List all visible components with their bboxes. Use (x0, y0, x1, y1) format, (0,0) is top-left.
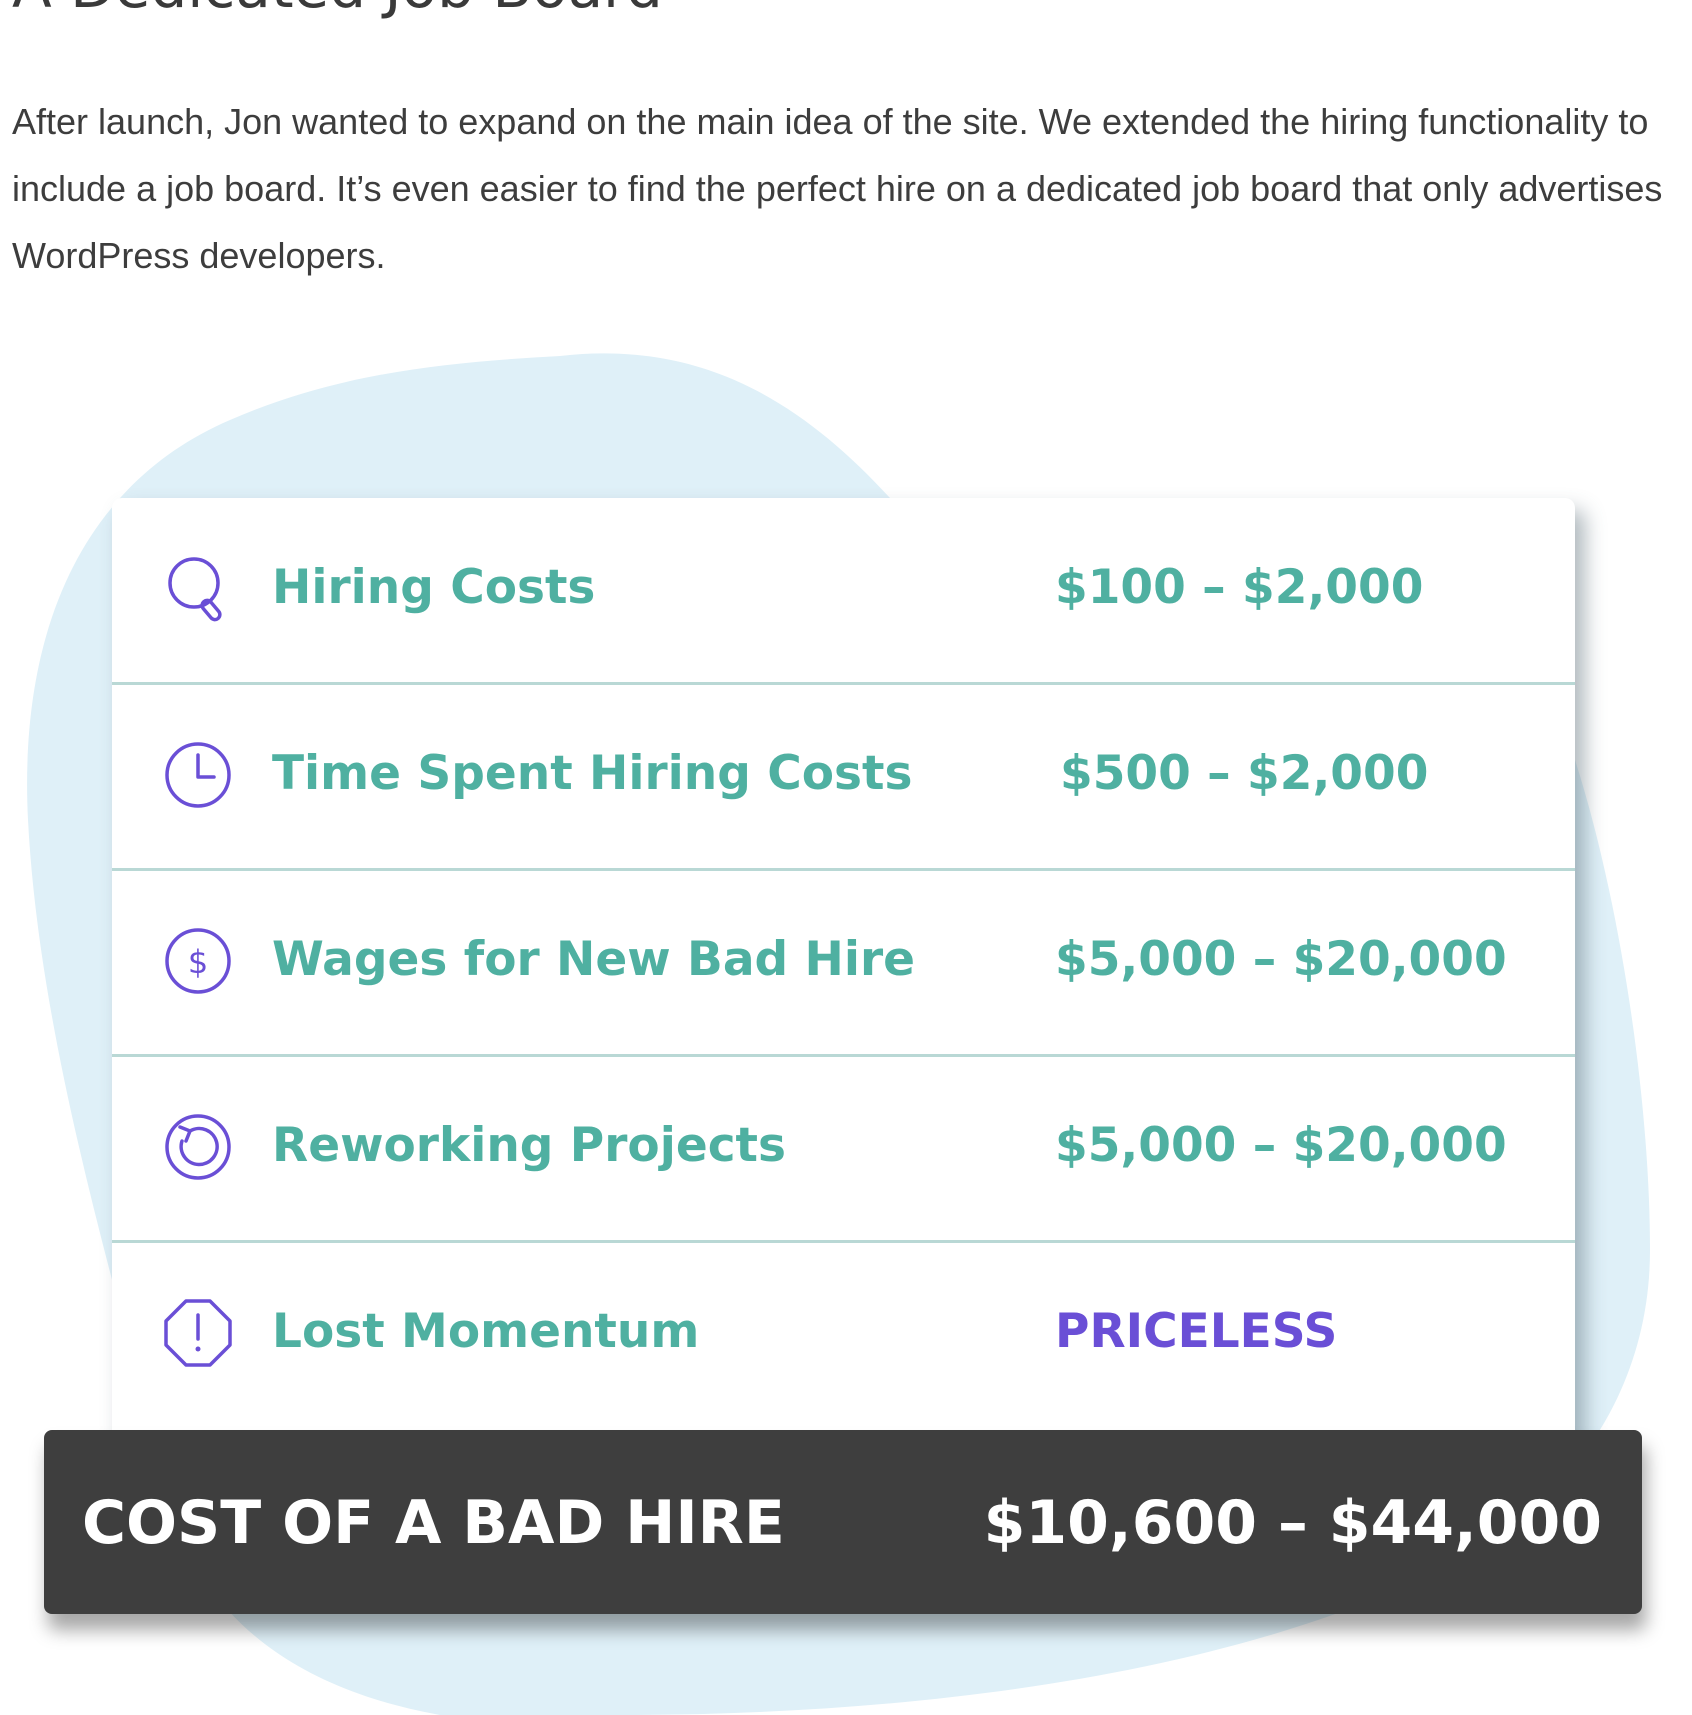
cost-row-label: Wages for New Bad Hire (272, 932, 916, 987)
cost-row-value: $5,000 – $20,000 (1055, 1118, 1507, 1173)
svg-text:$: $ (188, 943, 208, 981)
page: A Dedicated Job Board After launch, Jon … (0, 0, 1692, 1715)
alert-octagon-icon (162, 1297, 234, 1369)
cost-row-time-spent: Time Spent Hiring Costs $500 – $2,000 (112, 684, 1575, 871)
cost-row-hiring-costs: Hiring Costs $100 – $2,000 (112, 498, 1575, 685)
refresh-icon (162, 1111, 234, 1183)
cost-row-label: Reworking Projects (272, 1118, 786, 1173)
cost-row-reworking: Reworking Projects $5,000 – $20,000 (112, 1056, 1575, 1243)
search-icon (162, 553, 234, 625)
cost-row-wages: $ Wages for New Bad Hire $5,000 – $20,00… (112, 870, 1575, 1057)
cost-row-lost-momentum: Lost Momentum PRICELESS (112, 1242, 1575, 1426)
total-cost-bar: COST OF A BAD HIRE $10,600 – $44,000 (44, 1430, 1642, 1614)
cost-row-value: $100 – $2,000 (1055, 560, 1424, 615)
dollar-circle-icon: $ (162, 925, 234, 997)
intro-paragraph: After launch, Jon wanted to expand on th… (12, 101, 1663, 276)
cost-row-value: $500 – $2,000 (1060, 746, 1429, 801)
cost-row-value: PRICELESS (1055, 1304, 1338, 1359)
cost-row-label: Hiring Costs (272, 560, 596, 615)
cost-row-label: Lost Momentum (272, 1304, 700, 1359)
section-heading: A Dedicated Job Board (12, 0, 663, 22)
total-cost-label: COST OF A BAD HIRE (82, 1488, 785, 1558)
cost-row-label: Time Spent Hiring Costs (272, 746, 913, 801)
cost-row-value: $5,000 – $20,000 (1055, 932, 1507, 987)
cost-table-card: Hiring Costs $100 – $2,000 Time Spent Hi… (112, 498, 1575, 1498)
total-cost-value: $10,600 – $44,000 (983, 1488, 1602, 1558)
clock-icon (162, 739, 234, 811)
